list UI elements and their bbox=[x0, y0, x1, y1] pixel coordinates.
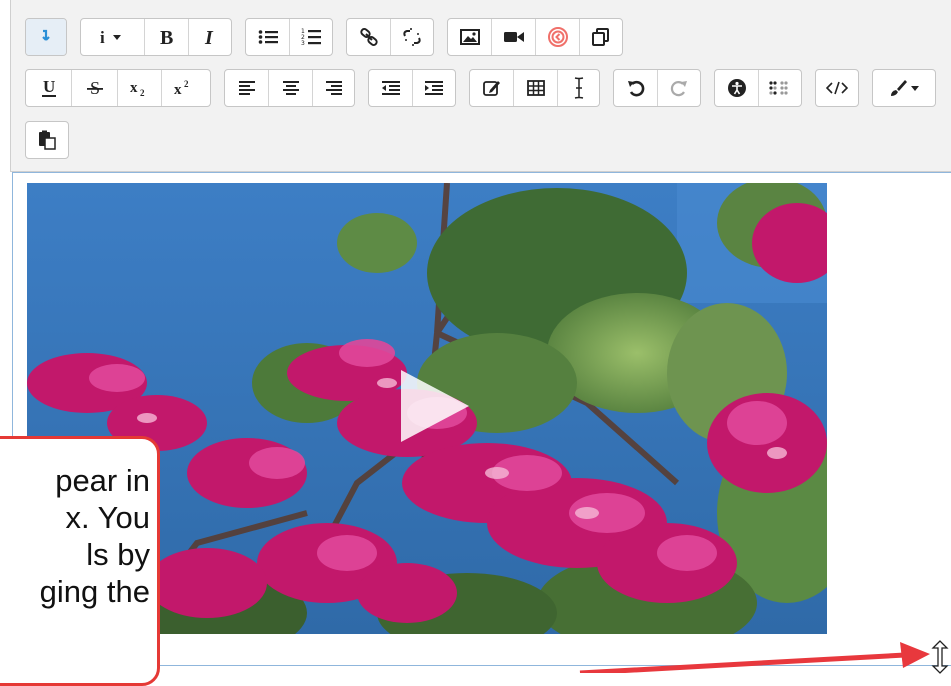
callout-line: x. You bbox=[65, 500, 150, 535]
show-more-buttons-button[interactable] bbox=[26, 19, 66, 55]
insert-media-button[interactable] bbox=[492, 19, 536, 55]
svg-text:I: I bbox=[204, 27, 214, 47]
svg-text:i: i bbox=[100, 28, 105, 46]
outdent-icon bbox=[381, 81, 400, 95]
screenreader-helper-button[interactable] bbox=[759, 70, 801, 106]
svg-text:B: B bbox=[160, 27, 173, 47]
svg-text:U: U bbox=[43, 78, 55, 96]
accessibility-checker-button[interactable] bbox=[715, 70, 759, 106]
toolbar-group-paste bbox=[25, 121, 69, 159]
files-icon bbox=[592, 28, 609, 46]
superscript-icon: x 2 bbox=[174, 79, 189, 98]
align-right-button[interactable] bbox=[313, 70, 354, 106]
toolbar-group-lists: 1 2 3 bbox=[245, 18, 333, 56]
unordered-list-button[interactable] bbox=[246, 19, 290, 55]
italic-icon: I bbox=[204, 27, 214, 47]
toolbar-group-style: i B I bbox=[80, 18, 232, 56]
paste-icon bbox=[39, 130, 56, 150]
svg-text:x: x bbox=[174, 82, 182, 98]
annotation-callout-text: pear in x. You ls by ging the bbox=[0, 462, 150, 610]
align-right-icon bbox=[325, 81, 342, 95]
callout-line: ls by bbox=[86, 537, 150, 572]
bold-button[interactable]: B bbox=[145, 19, 189, 55]
svg-text:3: 3 bbox=[301, 40, 305, 46]
clear-formatting-button[interactable] bbox=[558, 70, 599, 106]
toolbar-group-indent bbox=[368, 69, 456, 107]
link-icon bbox=[359, 28, 378, 46]
info-dropdown-icon: i bbox=[100, 28, 121, 46]
video-icon bbox=[503, 32, 524, 42]
callout-line: pear in bbox=[55, 463, 150, 498]
underline-icon: U bbox=[41, 78, 56, 97]
play-icon bbox=[401, 370, 469, 442]
unlink-button[interactable] bbox=[391, 19, 433, 55]
image-icon bbox=[459, 29, 480, 45]
redo-icon bbox=[670, 81, 687, 97]
toolbar-group-links bbox=[346, 18, 434, 56]
align-left-button[interactable] bbox=[225, 70, 269, 106]
edit-icon bbox=[482, 81, 500, 96]
equation-button[interactable] bbox=[470, 70, 514, 106]
subscript-button[interactable]: x 2 bbox=[118, 70, 162, 106]
numbered-list-icon: 1 2 3 bbox=[301, 28, 321, 46]
subscript-icon: x 2 bbox=[130, 80, 145, 98]
toolbar-group-insert bbox=[469, 69, 600, 107]
play-button[interactable] bbox=[399, 368, 471, 449]
redo-button[interactable] bbox=[658, 70, 700, 106]
table-button[interactable] bbox=[514, 70, 558, 106]
html-source-button[interactable] bbox=[816, 70, 858, 106]
indent-icon bbox=[425, 81, 443, 95]
undo-icon bbox=[627, 80, 644, 97]
link-button[interactable] bbox=[347, 19, 391, 55]
unlink-icon bbox=[403, 28, 421, 46]
text-cursor-icon bbox=[574, 77, 583, 99]
svg-text:2: 2 bbox=[184, 79, 189, 89]
braille-icon bbox=[769, 81, 788, 95]
paste-button[interactable] bbox=[26, 122, 68, 158]
italic-button[interactable]: I bbox=[189, 19, 231, 55]
strikethrough-button[interactable]: S bbox=[72, 70, 118, 106]
vertical-resize-icon bbox=[931, 640, 949, 674]
toolbar-group-text-format: U S x 2 x 2 bbox=[25, 69, 211, 107]
paintbrush-dropdown-icon bbox=[891, 80, 919, 96]
indent-button[interactable] bbox=[413, 70, 455, 106]
strikethrough-icon: S bbox=[86, 78, 103, 98]
ordered-list-button[interactable]: 1 2 3 bbox=[290, 19, 332, 55]
toolbar-group-color bbox=[872, 69, 936, 107]
editor-resize-handle[interactable] bbox=[930, 640, 950, 679]
record-rtc-button[interactable] bbox=[536, 19, 580, 55]
toolbar-group-undo bbox=[613, 69, 701, 107]
arrow-down-icon bbox=[42, 29, 50, 41]
svg-text:2: 2 bbox=[140, 88, 145, 98]
undo-button[interactable] bbox=[614, 70, 658, 106]
code-icon bbox=[826, 81, 848, 95]
table-icon bbox=[526, 80, 545, 96]
superscript-button[interactable]: x 2 bbox=[162, 70, 206, 106]
manage-files-button[interactable] bbox=[580, 19, 622, 55]
paragraph-styles-button[interactable]: i bbox=[81, 19, 145, 55]
accessibility-icon bbox=[727, 79, 746, 97]
toolbar-group-html bbox=[815, 69, 859, 107]
outdent-button[interactable] bbox=[369, 70, 413, 106]
bullet-list-icon bbox=[258, 30, 278, 44]
bold-icon: B bbox=[160, 27, 173, 47]
underline-button[interactable]: U bbox=[26, 70, 72, 106]
record-icon bbox=[547, 27, 568, 47]
font-color-button[interactable] bbox=[873, 70, 935, 106]
toolbar-group-accessibility bbox=[714, 69, 802, 107]
insert-image-button[interactable] bbox=[448, 19, 492, 55]
callout-line: ging the bbox=[39, 574, 150, 609]
toolbar-group-files bbox=[447, 18, 623, 56]
align-center-icon bbox=[282, 81, 299, 95]
toolbar-group-show-more bbox=[25, 18, 67, 56]
align-left-icon bbox=[238, 81, 255, 95]
toolbar-group-align bbox=[224, 69, 355, 107]
editor-toolbar: i B I 1 2 3 U x 2 x 2 bbox=[10, 0, 951, 172]
svg-text:x: x bbox=[130, 80, 138, 96]
align-center-button[interactable] bbox=[269, 70, 313, 106]
